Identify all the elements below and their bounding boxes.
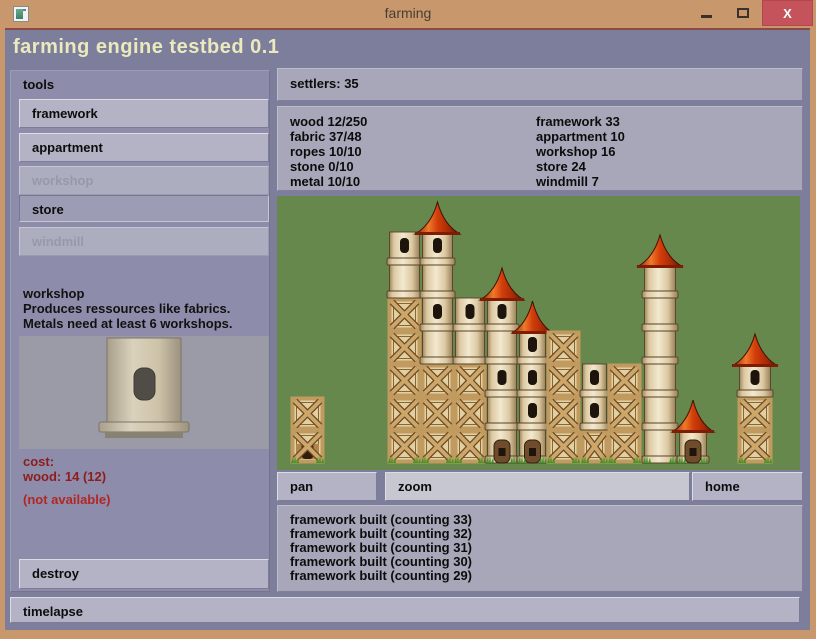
resource-wood: wood 12/250 [290, 114, 367, 129]
destroy-button[interactable]: destroy [19, 559, 269, 589]
maximize-button[interactable] [726, 0, 760, 26]
building-info-line2: Metals need at least 6 workshops. [23, 316, 233, 331]
resource-fabric: fabric 37/48 [290, 129, 362, 144]
log-line: framework built (counting 33) [290, 512, 472, 527]
page-title: farming engine testbed 0.1 [13, 36, 279, 59]
game-viewport[interactable] [277, 196, 800, 470]
tool-button-framework[interactable]: framework [19, 99, 269, 128]
resource-metal: metal 10/10 [290, 174, 360, 189]
close-button[interactable]: X [762, 0, 813, 26]
tool-button-workshop: workshop [19, 166, 269, 195]
window-border-left [0, 28, 5, 639]
log-line: framework built (counting 29) [290, 568, 472, 583]
cost-block: cost: wood: 14 (12) [23, 454, 106, 484]
event-log: framework built (counting 33) framework … [277, 505, 803, 592]
building-info-line1: Produces ressources like fabrics. [23, 301, 233, 316]
titlebar: farming X [0, 0, 816, 28]
building-info-name: workshop [23, 286, 233, 301]
building-preview-image [19, 336, 269, 449]
building-preview [19, 336, 269, 449]
log-line: framework built (counting 32) [290, 526, 472, 541]
count-appartment: appartment 10 [536, 129, 625, 144]
cost-line: wood: 14 (12) [23, 469, 106, 484]
tool-button-store[interactable]: store [19, 195, 269, 222]
resource-stone: stone 0/10 [290, 159, 354, 174]
minimize-icon [701, 15, 712, 18]
resource-ropes: ropes 10/10 [290, 144, 362, 159]
resources-panel: wood 12/250 fabric 37/48 ropes 10/10 sto… [277, 106, 803, 191]
availability-status: (not available) [23, 492, 110, 507]
window-edge-accent [0, 28, 816, 30]
settlers-panel: settlers: 35 [277, 68, 803, 101]
cost-title: cost: [23, 454, 106, 469]
tools-label: tools [23, 77, 54, 92]
tool-button-windmill: windmill [19, 227, 269, 256]
log-line: framework built (counting 31) [290, 540, 472, 555]
count-store: store 24 [536, 159, 586, 174]
count-windmill: windmill 7 [536, 174, 599, 189]
maximize-icon [737, 8, 749, 18]
minimize-button[interactable] [690, 0, 724, 26]
tools-panel: tools framework appartment workshop stor… [10, 70, 270, 592]
log-line: framework built (counting 30) [290, 554, 472, 569]
count-framework: framework 33 [536, 114, 620, 129]
app-window: farming X farming engine testbed 0.1 too… [0, 0, 816, 639]
home-button[interactable]: home [692, 472, 803, 501]
game-scene [277, 196, 800, 470]
tool-button-appartment[interactable]: appartment [19, 133, 269, 162]
zoom-button[interactable]: zoom [385, 472, 690, 501]
settlers-count: settlers: 35 [290, 76, 359, 91]
count-workshop: workshop 16 [536, 144, 615, 159]
window-border-right [810, 28, 816, 639]
timelapse-button[interactable]: timelapse [10, 597, 800, 623]
building-info: workshop Produces ressources like fabric… [23, 286, 233, 331]
pan-button[interactable]: pan [277, 472, 377, 501]
window-border-bottom [0, 630, 816, 639]
